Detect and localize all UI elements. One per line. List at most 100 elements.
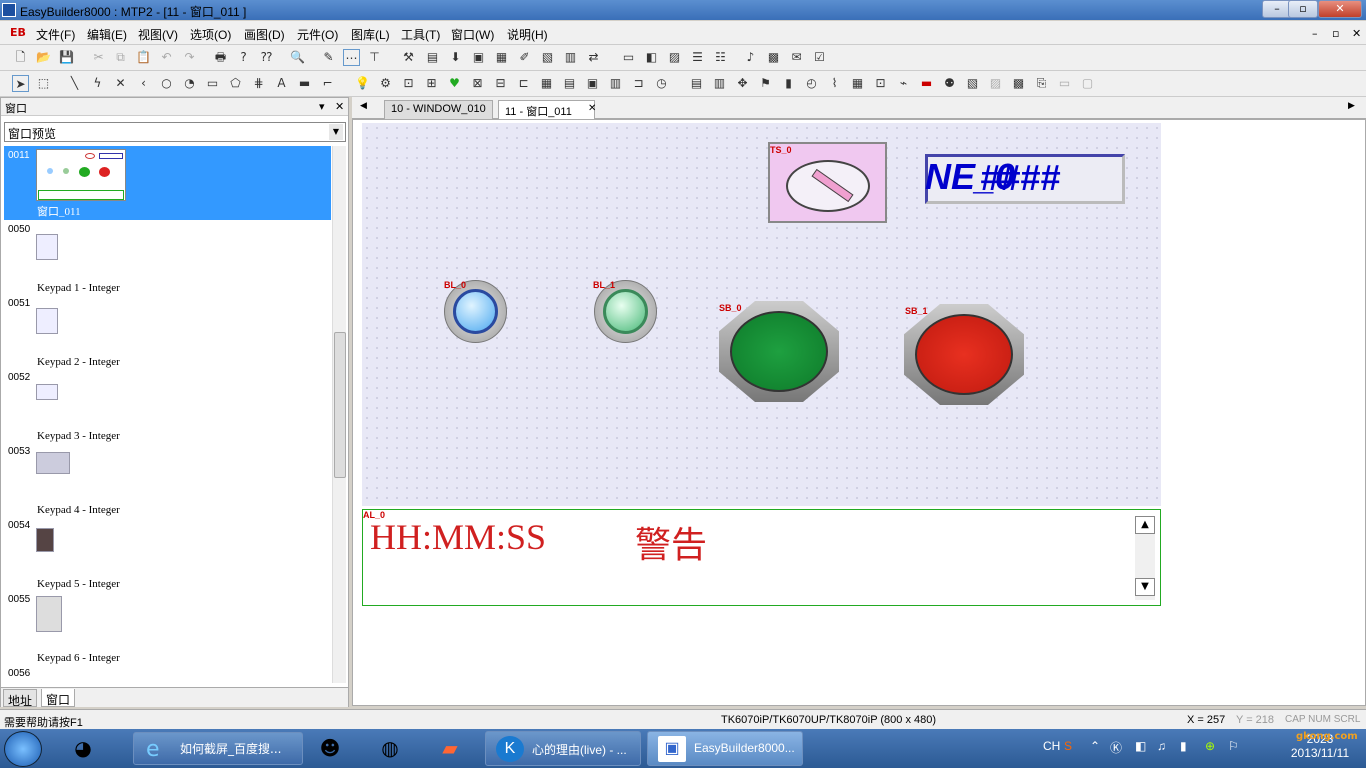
undo-icon[interactable]: ↶ [158,49,175,66]
start-button[interactable] [4,731,42,767]
globe-icon[interactable]: ◍ [365,732,415,765]
list-item[interactable]: 0056 [4,664,331,683]
menu-draw[interactable]: 画图(D) [244,26,285,43]
tools-icon[interactable]: ⚒ [400,49,417,66]
maximize-button[interactable]: ▫ [1288,0,1318,18]
panel-scrollbar[interactable] [332,146,346,683]
toggle-switch-ts0[interactable]: TS_0 [768,142,887,223]
pie-icon[interactable]: ◔ [181,75,198,92]
download-icon[interactable]: ⬇ [447,49,464,66]
menu-view[interactable]: 视图(V) [138,26,178,43]
meter-icon[interactable]: ◴ [803,75,820,92]
paste-icon[interactable]: 📋 [135,49,152,66]
offline-sim-icon[interactable]: ▣ [470,49,487,66]
animation-icon[interactable]: ⚑ [757,75,774,92]
polygon-icon[interactable]: ⬠ [227,75,244,92]
ascii-display-icon[interactable]: ▣ [584,75,601,92]
numeric-display-icon[interactable]: ▦ [538,75,555,92]
list-item[interactable]: 0052 Keypad 3 - Integer [4,368,331,442]
device-icon[interactable]: ▮ [1180,739,1187,753]
trend-icon[interactable]: ▤ [688,75,705,92]
language-indicator[interactable]: CH [1043,739,1060,753]
disabled-tool-icon[interactable]: ▨ [987,75,1004,92]
ime-icon[interactable]: S [1064,739,1072,753]
set-word-icon[interactable]: ⊞ [423,75,440,92]
copy-icon[interactable]: ⧉ [112,49,129,66]
corner-icon[interactable]: ⌐ [319,75,336,92]
backup-icon[interactable]: ⎘ [1033,75,1050,92]
task-music[interactable]: K 心的理由(live) - ... [485,731,641,766]
bring-front-icon[interactable]: ◧ [643,49,660,66]
media-icon[interactable]: ▭ [1056,75,1073,92]
preview-select[interactable]: 窗口预览 ▼ [4,122,346,142]
edit-icon[interactable]: ✐ [516,49,533,66]
mdi-minimize-button[interactable]: – [1312,27,1318,40]
close-button[interactable]: ✕ [1318,0,1362,18]
menu-help[interactable]: 说明(H) [507,26,548,43]
data-table-icon[interactable]: ▦ [849,75,866,92]
volume-icon[interactable]: ♫ [1157,739,1166,753]
task-easybuilder[interactable]: ▣ EasyBuilder8000... [647,731,803,766]
tray-k-icon[interactable]: Ⓚ [1110,739,1122,756]
circle-icon[interactable]: ○ [158,75,175,92]
open-folder-icon[interactable]: 📂 [35,49,52,66]
window-list-icon[interactable]: ▭ [620,49,637,66]
function-key-icon[interactable]: ⊟ [492,75,509,92]
compile-icon[interactable]: ▤ [424,49,441,66]
align-icon[interactable]: ⊤ [366,49,383,66]
properties-icon[interactable]: ☷ [712,49,729,66]
alarm-display-al0[interactable]: AL_0 HH:MM:SS 警告 ▲ ▼ [362,509,1161,606]
scale-icon[interactable]: ⋕ [250,75,267,92]
table-icon[interactable]: ▥ [562,49,579,66]
timer-icon[interactable]: ◷ [653,75,670,92]
mdi-restore-button[interactable]: ▫ [1332,27,1339,40]
video-icon[interactable]: ▢ [1079,75,1096,92]
panel-pin-icon[interactable]: ▾ [319,100,325,113]
tab-window[interactable]: 窗口 [41,689,76,707]
list-item[interactable]: 0053 Keypad 4 - Integer [4,442,331,516]
set-bit-button-sb0[interactable] [719,301,839,402]
arc-icon[interactable]: ‹ [135,75,152,92]
menu-options[interactable]: 选项(O) [190,26,231,43]
alarm-scrollbar[interactable]: ▲ ▼ [1135,516,1155,600]
tab-scroll-left-icon[interactable]: ◀ [360,101,367,111]
link-icon[interactable]: ⇄ [585,49,602,66]
multi-state-icon[interactable]: ⊠ [469,75,486,92]
word-lamp-icon[interactable]: ⚙ [377,75,394,92]
online-sim-icon[interactable]: ▦ [493,49,510,66]
panel-close-icon[interactable]: ✕ [335,100,344,113]
layer-icon[interactable]: ☰ [689,49,706,66]
pen-icon[interactable]: ✎ [320,49,337,66]
chart-icon[interactable]: ⌇ [826,75,843,92]
save-icon[interactable]: 💾 [58,49,75,66]
tab-window-010[interactable]: 10 - WINDOW_010 [384,100,493,119]
alarm-bar-icon[interactable]: ▬ [918,75,935,92]
media-app-icon[interactable]: ▰ [425,732,475,765]
help-icon[interactable]: ? [235,49,252,66]
graph-icon[interactable]: ⌁ [895,75,912,92]
numeric-input-icon[interactable]: ▤ [561,75,578,92]
line-icon[interactable]: ╲ [66,75,83,92]
task-ie[interactable]: e 如何截屏_百度搜... [133,732,303,765]
menu-file[interactable]: 文件(F) [36,26,75,43]
grid-icon[interactable]: ⋯ [343,49,360,66]
add-icon[interactable]: ⊕ [1205,739,1215,753]
history-icon[interactable]: ▥ [711,75,728,92]
list-item[interactable]: 0055 Keypad 6 - Integer [4,590,331,664]
set-bit-button-sb1[interactable] [904,304,1024,405]
tab-address[interactable]: 地址 [3,689,38,708]
indirect-window-icon[interactable]: ⊐ [630,75,647,92]
picture-object-icon[interactable]: ▬ [296,75,313,92]
find-icon[interactable]: 🔍 [289,49,306,66]
menu-objects[interactable]: 元件(O) [297,26,338,43]
flag-icon[interactable]: ⚐ [1228,739,1239,753]
select-arrow-icon[interactable]: ➤ [12,75,29,92]
event-display-icon[interactable]: ⚉ [941,75,958,92]
tab-window-011[interactable]: 11 - 窗口_011 [498,100,595,119]
scroll-down-icon[interactable]: ▼ [1135,578,1155,596]
tab-close-icon[interactable]: ✕ [588,103,596,114]
ascii-input-icon[interactable]: ▥ [607,75,624,92]
message-icon[interactable]: ✉ [788,49,805,66]
cut-icon[interactable]: ✂ [90,49,107,66]
list-item[interactable]: 0050 Keypad 1 - Integer [4,220,331,294]
